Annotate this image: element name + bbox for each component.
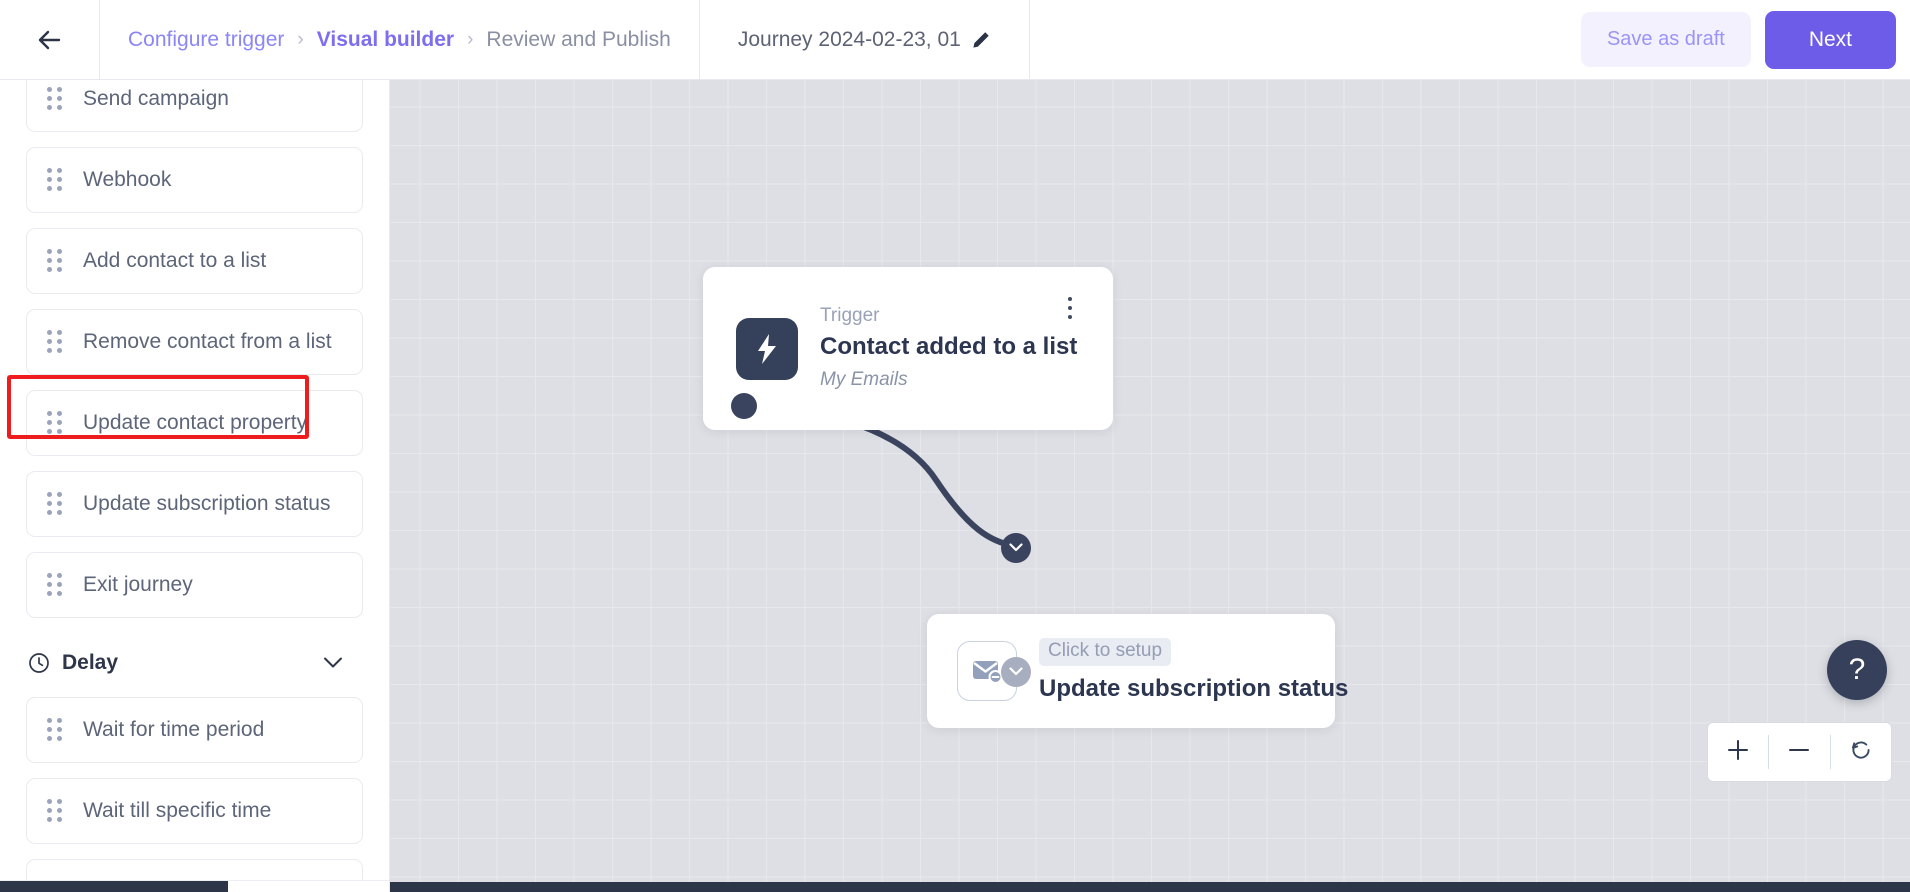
minus-icon: [1787, 738, 1811, 767]
help-button[interactable]: ?: [1827, 640, 1887, 700]
action-node-title: Update subscription status: [1039, 675, 1349, 702]
journey-builder-app: Configure trigger › Visual builder › Rev…: [0, 0, 1910, 892]
lightning-bolt-icon: [736, 317, 798, 380]
sidebar-item-update-subscription-status[interactable]: Update subscription status: [26, 471, 363, 537]
sidebar-item-label: Exit journey: [83, 573, 193, 596]
kebab-menu-icon[interactable]: [1059, 294, 1081, 322]
scrollbar-thumb[interactable]: [0, 881, 228, 892]
drag-handle-icon[interactable]: [47, 168, 65, 192]
top-bar-spacer: [1030, 0, 1581, 79]
sidebar-item-label: Remove contact from a list: [83, 330, 332, 353]
drag-handle-icon[interactable]: [47, 330, 65, 354]
sidebar-item-label: Webhook: [83, 168, 172, 191]
sidebar-item-add-contact-to-a-list[interactable]: Add contact to a list: [26, 228, 363, 294]
breadcrumb-item-visual-builder[interactable]: Visual builder: [317, 28, 454, 52]
clock-icon: [28, 652, 50, 674]
zoom-out-button[interactable]: [1769, 723, 1829, 781]
plus-icon: [1726, 738, 1750, 767]
back-button[interactable]: [0, 0, 100, 79]
sidebar-item-update-contact-property[interactable]: Update contact property: [26, 390, 363, 456]
drag-handle-icon[interactable]: [47, 411, 65, 435]
chevron-down-icon: [1009, 663, 1023, 681]
sidebar-item-webhook[interactable]: Webhook: [26, 147, 363, 213]
connector-edge: [741, 403, 1018, 549]
zoom-in-button[interactable]: [1708, 723, 1768, 781]
action-node-update-subscription-status[interactable]: Click to setup Update subscription statu…: [927, 614, 1348, 728]
sidebar-item-label: Wait till specific time: [83, 799, 272, 822]
drag-handle-icon[interactable]: [47, 718, 65, 742]
sidebar-item-label: Wait for time period: [83, 718, 265, 741]
action-node-chip-wrap: Click to setup: [1039, 638, 1348, 666]
journey-title: Journey 2024-02-23, 01: [737, 27, 961, 51]
click-to-setup-chip: Click to setup: [1039, 638, 1172, 666]
pencil-icon[interactable]: [971, 30, 991, 50]
breadcrumb-item-configure-trigger[interactable]: Configure trigger: [128, 28, 284, 52]
trigger-node-eyebrow: Trigger: [820, 305, 880, 327]
top-bar: Configure trigger › Visual builder › Rev…: [0, 0, 1910, 80]
sidebar-scroll-area: Send campaign Webhook Add contact to a l…: [0, 80, 389, 892]
sidebar-item-remove-contact-from-a-list[interactable]: Remove contact from a list: [26, 309, 363, 375]
zoom-controls: [1707, 722, 1892, 782]
drag-handle-icon[interactable]: [47, 492, 65, 516]
action-node-body: Click to setup Update subscription statu…: [1039, 638, 1348, 704]
reset-rotate-icon: [1848, 737, 1874, 768]
breadcrumb: Configure trigger › Visual builder › Rev…: [100, 0, 700, 79]
sidebar-section-title: Delay: [62, 651, 119, 674]
action-node-top-handle[interactable]: [1001, 533, 1031, 563]
trigger-node-subtitle: My Emails: [820, 368, 908, 390]
trigger-node[interactable]: Trigger Contact added to a list My Email…: [703, 267, 1113, 430]
drag-handle-icon[interactable]: [47, 799, 65, 823]
chevron-right-icon-2: ›: [467, 28, 474, 50]
drag-handle-icon[interactable]: [47, 87, 65, 111]
journey-title-cell: Journey 2024-02-23, 01: [700, 0, 1030, 79]
arrow-left-icon: [35, 28, 65, 52]
top-bar-actions: Save as draft Next: [1580, 0, 1910, 79]
sidebar-item-send-campaign[interactable]: Send campaign: [26, 80, 363, 132]
canvas-bottom-bar: [390, 882, 1910, 892]
reset-zoom-button[interactable]: [1831, 723, 1891, 781]
sidebar-item-exit-journey[interactable]: Exit journey: [26, 552, 363, 618]
sidebar-item-wait-till-specific-time[interactable]: Wait till specific time: [26, 778, 363, 844]
trigger-output-anchor[interactable]: [731, 393, 757, 419]
sidebar-item-label: Send campaign: [83, 87, 229, 110]
action-node-bottom-handle[interactable]: [1001, 657, 1031, 687]
next-button[interactable]: Next: [1764, 10, 1896, 69]
sidebar-horizontal-scrollbar[interactable]: [0, 880, 389, 892]
journey-canvas[interactable]: Trigger Contact added to a list My Email…: [390, 80, 1910, 892]
blocks-sidebar[interactable]: Send campaign Webhook Add contact to a l…: [0, 80, 390, 892]
question-mark-icon: ?: [1848, 653, 1866, 686]
chevron-right-icon: ›: [297, 28, 304, 50]
save-as-draft-button[interactable]: Save as draft: [1580, 12, 1751, 67]
breadcrumb-item-review-and-publish[interactable]: Review and Publish: [486, 28, 670, 52]
sidebar-item-wait-for-time-period[interactable]: Wait for time period: [26, 697, 363, 763]
sidebar-item-label: Update contact property: [83, 411, 308, 434]
drag-handle-icon[interactable]: [47, 573, 65, 597]
trigger-node-title: Contact added to a list: [820, 333, 1078, 361]
trigger-node-body: Trigger Contact added to a list My Email…: [820, 305, 1078, 391]
sidebar-item-label: Update subscription status: [83, 492, 331, 515]
sidebar-section-delay[interactable]: Delay: [26, 633, 363, 693]
chevron-down-icon: [1009, 539, 1023, 557]
chevron-down-icon[interactable]: [323, 657, 343, 670]
drag-handle-icon[interactable]: [47, 249, 65, 273]
sidebar-item-label: Add contact to a list: [83, 249, 267, 272]
